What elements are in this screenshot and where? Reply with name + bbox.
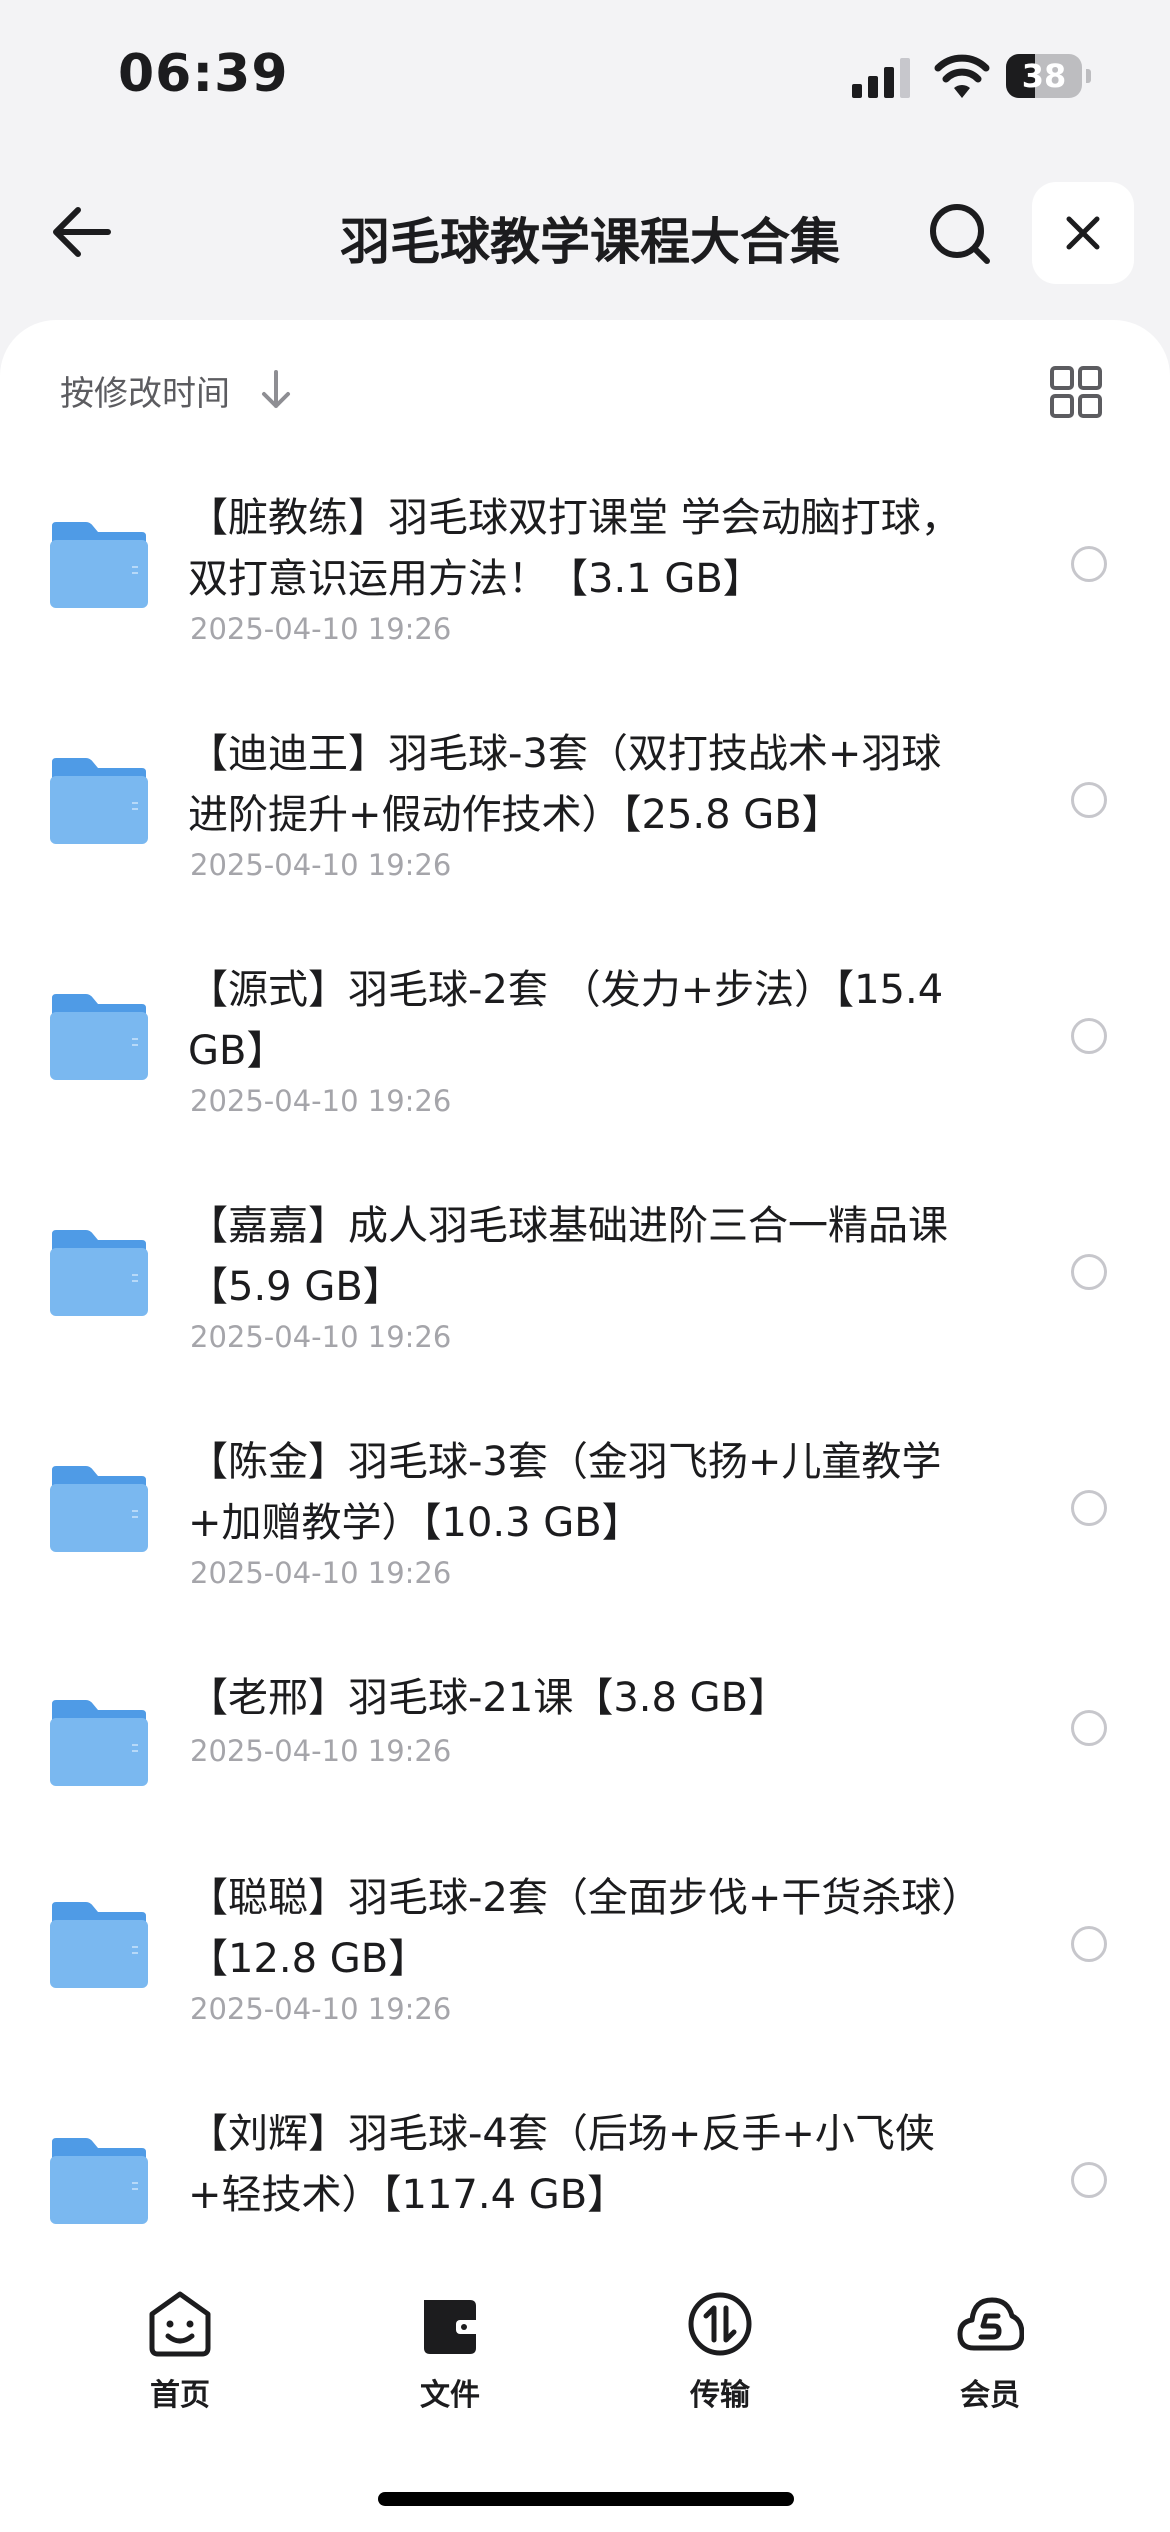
cloud-member-icon [957, 2297, 1024, 2351]
close-icon [1066, 216, 1100, 250]
file-row[interactable]: 【聪聪】羽毛球-2套（全面步伐+干货杀球）【12.8 GB】 2025-04-10… [0, 1840, 1170, 2076]
file-name: 【刘辉】羽毛球-4套（后场+反手+小飞侠+轻技术）【117.4 GB】 [188, 2111, 935, 2218]
file-row[interactable]: 【脏教练】羽毛球双打课堂 学会动脑打球，双打意识运用方法！【3.1 GB】 202… [0, 460, 1170, 696]
file-browser: 按修改时间 【脏教练】羽毛球双打课堂 学会动脑打球，双打意识运用方法！【3.1 … [0, 320, 1170, 2270]
arrow-down-icon[interactable] [256, 366, 296, 412]
file-date: 2025-04-10 19:26 [190, 1734, 452, 1768]
select-radio[interactable] [1071, 1926, 1107, 1962]
tab-transfer[interactable]: 传输 [620, 2270, 820, 2413]
folder-icon [50, 1466, 148, 1552]
list-toolbar: 按修改时间 [0, 320, 1170, 460]
back-button[interactable] [44, 194, 120, 270]
file-row[interactable]: 【嘉嘉】成人羽毛球基础进阶三合一精品课【5.9 GB】 2025-04-10 19… [0, 1168, 1170, 1404]
home-face-icon [149, 2291, 211, 2357]
battery-cap [1086, 69, 1091, 83]
wifi-icon [934, 54, 990, 98]
sort-button[interactable]: 按修改时间 [60, 366, 230, 415]
battery-body: 38 [1006, 54, 1082, 98]
tab-label: 文件 [420, 2378, 480, 2413]
tab-label: 会员 [960, 2378, 1020, 2413]
file-name: 【源式】羽毛球-2套 （发力+步法）【15.4 GB】 [188, 967, 944, 1074]
file-date: 2025-04-10 19:26 [190, 1084, 452, 1118]
file-row[interactable]: 【陈金】羽毛球-3套（金羽飞扬+儿童教学+加赠教学）【10.3 GB】 2025-… [0, 1404, 1170, 1640]
battery-indicator: 38 [1006, 54, 1091, 98]
select-radio[interactable] [1071, 1254, 1107, 1290]
tab-member[interactable]: 会员 [890, 2270, 1090, 2413]
tab-files[interactable]: 文件 [350, 2270, 550, 2413]
file-date: 2025-04-10 19:26 [190, 848, 452, 882]
cellular-signal-icon [852, 58, 910, 98]
select-radio[interactable] [1071, 1710, 1107, 1746]
search-icon [930, 204, 990, 264]
tab-home[interactable]: 首页 [80, 2270, 280, 2413]
nav-bar: 羽毛球教学课程大合集 [0, 172, 1170, 292]
arrow-left-icon [53, 207, 111, 257]
file-row[interactable]: 【源式】羽毛球-2套 （发力+步法）【15.4 GB】 2025-04-10 19… [0, 932, 1170, 1168]
status-bar: 06:39 38 [0, 0, 1170, 150]
folder-icon [50, 994, 148, 1080]
tab-bar: 首页 文件 传输 会员 [0, 2270, 1170, 2532]
file-name: 【迪迪王】羽毛球-3套（双打技战术+羽球进阶提升+假动作技术）【25.8 GB】 [188, 731, 942, 838]
file-list: 【脏教练】羽毛球双打课堂 学会动脑打球，双打意识运用方法！【3.1 GB】 202… [0, 460, 1170, 2270]
search-button[interactable] [920, 194, 1000, 274]
close-button[interactable] [1032, 182, 1134, 284]
folder-icon [50, 1902, 148, 1988]
folder-icon [50, 522, 148, 608]
file-name: 【嘉嘉】成人羽毛球基础进阶三合一精品课【5.9 GB】 [188, 1203, 948, 1310]
wallet-folder-icon [424, 2300, 480, 2354]
file-date: 2025-04-10 19:26 [190, 1556, 452, 1590]
file-row[interactable]: 【老邢】羽毛球-21课【3.8 GB】 2025-04-10 19:26 [0, 1640, 1170, 1840]
file-name: 【脏教练】羽毛球双打课堂 学会动脑打球，双打意识运用方法！【3.1 GB】 [188, 495, 961, 602]
file-name: 【老邢】羽毛球-21课【3.8 GB】 [188, 1675, 789, 1721]
folder-icon [50, 758, 148, 844]
home-indicator [378, 2492, 794, 2506]
select-radio[interactable] [1071, 546, 1107, 582]
folder-icon [50, 1230, 148, 1316]
file-row[interactable]: 【迪迪王】羽毛球-3套（双打技战术+羽球进阶提升+假动作技术）【25.8 GB】… [0, 696, 1170, 932]
select-radio[interactable] [1071, 782, 1107, 818]
select-radio[interactable] [1071, 1018, 1107, 1054]
select-radio[interactable] [1071, 1490, 1107, 1526]
file-name: 【聪聪】羽毛球-2套（全面步伐+干货杀球）【12.8 GB】 [188, 1875, 962, 1982]
select-radio[interactable] [1071, 2162, 1107, 2198]
tab-label: 首页 [150, 2378, 210, 2413]
file-row[interactable]: 【刘辉】羽毛球-4套（后场+反手+小飞侠+轻技术）【117.4 GB】 [0, 2076, 1170, 2270]
tab-label: 传输 [690, 2378, 750, 2413]
screen: 06:39 38 羽毛球教学课程大合集 按修改时间 【脏教练】羽毛球双打课堂 学… [0, 0, 1170, 2532]
file-date: 2025-04-10 19:26 [190, 612, 452, 646]
transfer-icon [688, 2292, 752, 2356]
folder-icon [50, 2138, 148, 2224]
file-name: 【陈金】羽毛球-3套（金羽飞扬+儿童教学+加赠教学）【10.3 GB】 [188, 1439, 942, 1546]
status-time: 06:39 [118, 44, 289, 104]
file-date: 2025-04-10 19:26 [190, 1992, 452, 2026]
file-date: 2025-04-10 19:26 [190, 1320, 452, 1354]
battery-level: 38 [1021, 57, 1067, 95]
page-title: 羽毛球教学课程大合集 [340, 213, 840, 271]
grid-view-icon[interactable] [1048, 364, 1104, 420]
folder-icon [50, 1700, 148, 1786]
